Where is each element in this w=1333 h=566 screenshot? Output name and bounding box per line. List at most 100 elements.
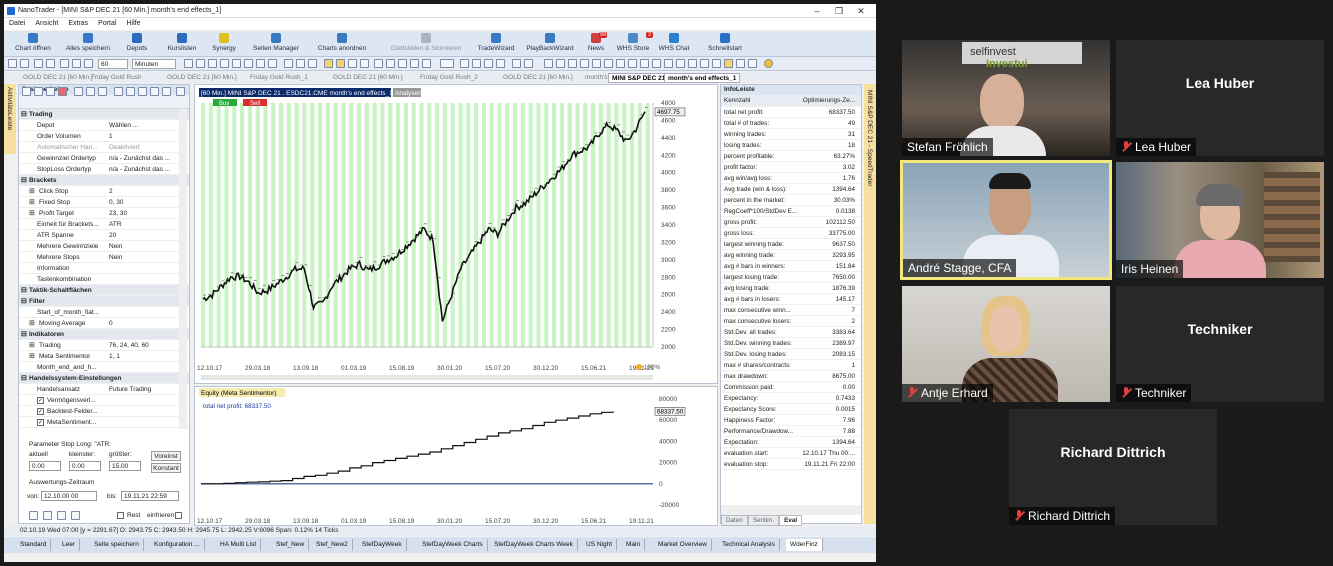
menu-item[interactable]: Portal — [93, 18, 121, 29]
workspace-tab[interactable]: WderFinz — [786, 539, 823, 551]
window-icon[interactable] — [176, 87, 185, 96]
property-value[interactable]: 1, 1 — [109, 353, 177, 360]
toolbar-button-6[interactable]: Charts anordnen — [312, 33, 372, 55]
chart-tab[interactable]: Friday Gold Rush_1 — [247, 73, 311, 83]
colors-icon[interactable] — [422, 59, 431, 68]
property-row[interactable]: ⊞ Meta Sentimentor 1, 1 — [19, 351, 189, 362]
to-input[interactable]: 19.11.21 22:59 — [121, 491, 179, 501]
expand-icon[interactable]: ⊞ — [29, 187, 35, 195]
participant-tile-iris[interactable]: Iris Heinen — [1116, 162, 1324, 278]
zoom-out-icon[interactable] — [196, 59, 205, 68]
participant-tile-andre[interactable]: André Stagge, CFA — [900, 160, 1112, 280]
property-row[interactable]: ⊟ Trading — [19, 109, 189, 120]
property-scrollbar[interactable] — [179, 109, 187, 429]
property-row[interactable]: ATR Spanne 20 — [19, 230, 189, 241]
participant-tile-techniker[interactable]: Techniker Techniker — [1116, 286, 1324, 402]
undo-icon[interactable] — [34, 59, 43, 68]
scale-icon[interactable] — [410, 59, 419, 68]
workspace-tab[interactable]: US Night — [582, 539, 618, 551]
chart-type-icon[interactable] — [72, 59, 81, 68]
andrews-icon[interactable] — [688, 59, 697, 68]
property-row[interactable]: ✓Kaufpositionen — [19, 428, 189, 429]
pen-tool-icon[interactable] — [360, 59, 369, 68]
info-tab[interactable]: Eval — [779, 515, 803, 526]
menu-item[interactable]: Hilfe — [121, 18, 145, 29]
equity-chart-pane[interactable]: -20000 0 20000 40000 60000 80000 12.10.17 29.03… — [194, 386, 718, 526]
menu-item[interactable]: Ansicht — [30, 18, 63, 29]
property-row[interactable]: ⊟ Indikatoren — [19, 329, 189, 340]
property-value[interactable]: 1 — [109, 133, 177, 140]
chart-tab[interactable]: GOLD DEC 21 [60 Min.] — [500, 73, 576, 83]
property-value[interactable]: Wählen ... — [109, 122, 177, 129]
participant-tile-antje[interactable]: Antje Erhard — [902, 286, 1110, 402]
formula-icon[interactable] — [98, 87, 107, 96]
property-row[interactable]: Tastenkombination — [19, 274, 189, 285]
property-row[interactable]: ⊞ Click Stop 2 — [19, 186, 189, 197]
property-value[interactable]: Future Trading — [109, 386, 177, 393]
property-row[interactable]: Depot Wählen ... — [19, 120, 189, 131]
property-row[interactable]: ⊟ Taktik-Schaltflächen — [19, 285, 189, 296]
chart-tab[interactable]: Friday Gold Rush_2 — [417, 73, 481, 83]
redo-icon[interactable] — [46, 59, 55, 68]
property-row[interactable]: ⊟ Brackets — [19, 175, 189, 186]
property-row[interactable]: ✓ Vermögensverl... — [19, 395, 189, 406]
workspace-tab[interactable]: Stef_New — [272, 539, 310, 551]
property-row[interactable]: ⊞ Fixed Stop 0, 30 — [19, 197, 189, 208]
largest-input[interactable]: 15.00 — [109, 461, 141, 471]
analysis-icon[interactable] — [126, 87, 135, 96]
arrow-tool-icon[interactable] — [308, 59, 317, 68]
minimize-button[interactable]: – — [806, 5, 828, 17]
equity-chart[interactable]: -20000 0 20000 40000 60000 80000 12.10.17 29.03… — [195, 387, 719, 527]
harmonic-icon[interactable] — [700, 59, 709, 68]
property-row[interactable]: ⊟ Filter — [19, 296, 189, 307]
workspace-tab[interactable]: Stef_New2 — [312, 539, 353, 551]
chart-tab[interactable]: GOLD DEC 21 [60 Min.] — [330, 73, 406, 83]
preset-button[interactable]: Voreinst — [151, 451, 181, 461]
expand-icon[interactable]: ⊞ — [29, 341, 35, 349]
elliott-icon[interactable] — [676, 59, 685, 68]
delete-icon[interactable] — [484, 59, 493, 68]
speedtrader-bar[interactable]: MINI S&P DEC 21 - SpeedTrader — [864, 84, 876, 524]
crosshair-icon[interactable] — [232, 59, 241, 68]
rest-checkbox[interactable] — [117, 512, 124, 519]
freeze-checkbox[interactable] — [175, 512, 182, 519]
property-value[interactable]: 20 — [109, 232, 177, 239]
property-row[interactable]: Order Volumen 1 — [19, 131, 189, 142]
period-unit-select[interactable]: Minuten — [132, 59, 176, 69]
hline-tool-icon[interactable] — [592, 59, 601, 68]
property-row[interactable]: ⊟ Handelssystem-Einstellungen — [19, 373, 189, 384]
link-icon[interactable] — [748, 59, 757, 68]
marker-tool-icon[interactable] — [336, 59, 345, 68]
property-row[interactable]: StopLoss Ordertyp n/a - Zunächst das ... — [19, 164, 189, 175]
property-value[interactable]: 76, 24, 40, 60 — [109, 342, 177, 349]
cycle-tool-icon[interactable] — [640, 59, 649, 68]
speed-line-icon[interactable] — [652, 59, 661, 68]
workspace-tab[interactable]: HA Multi List — [216, 539, 262, 551]
list-icon[interactable] — [162, 87, 171, 96]
property-row[interactable]: Gewinnziel Ordertyp n/a - Zunächst das ..… — [19, 153, 189, 164]
save-icon[interactable] — [8, 59, 17, 68]
alarm-icon[interactable] — [724, 59, 733, 68]
workspace-tab[interactable]: Leer — [58, 539, 81, 551]
collapse-icon[interactable]: ⊟ — [21, 110, 27, 118]
optimize-all-icon[interactable] — [43, 511, 52, 520]
status-icon[interactable] — [764, 59, 773, 68]
layout-icon[interactable] — [386, 59, 395, 68]
regression-icon[interactable] — [664, 59, 673, 68]
collapse-icon[interactable]: ⊟ — [21, 374, 27, 382]
price-chart[interactable]: 2000 2200 2400 2600 2800 3000 3200 3400 3600 3800… — [195, 85, 719, 385]
step-icon[interactable] — [57, 511, 66, 520]
toolbar-button-1[interactable]: Alles speichern — [60, 33, 116, 55]
triangle-tool-icon[interactable] — [568, 59, 577, 68]
property-value[interactable]: 0, 30 — [109, 199, 177, 206]
gann-tool-icon[interactable] — [628, 59, 637, 68]
ruler-tool-icon[interactable] — [348, 59, 357, 68]
text-tool-icon[interactable] — [284, 59, 293, 68]
indicator-icon[interactable] — [398, 59, 407, 68]
property-row[interactable]: Einheit für Brackets... ATR — [19, 219, 189, 230]
property-value[interactable]: 2 — [109, 188, 177, 195]
menu-item[interactable]: Datei — [4, 18, 30, 29]
workspace-tab[interactable]: Konfiguration ... — [150, 539, 205, 551]
property-value[interactable]: n/a - Zunächst das ... — [109, 166, 177, 173]
info-tab[interactable]: Sentim. — [747, 515, 780, 526]
